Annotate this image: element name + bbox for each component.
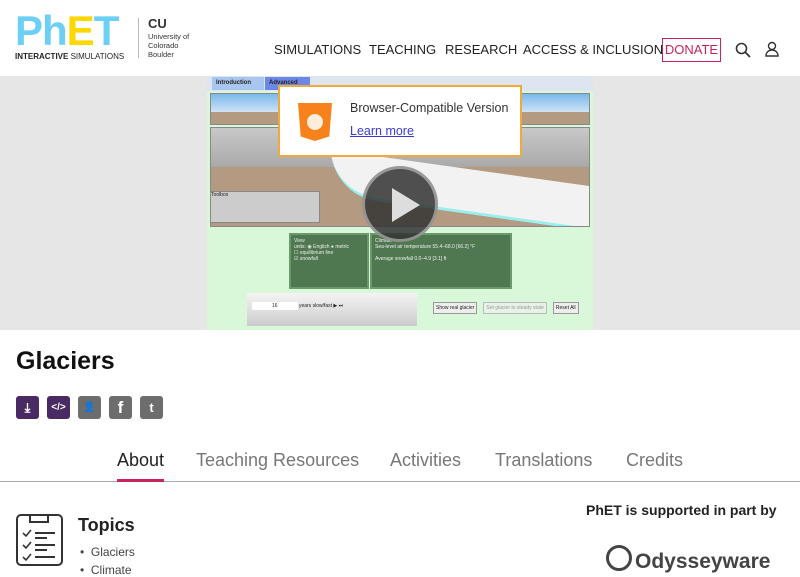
popup-title: Browser-Compatible Version	[350, 101, 509, 115]
search-icon[interactable]	[735, 42, 751, 58]
show-real-glacier: Show real glacier	[433, 302, 478, 314]
twitter-icon[interactable]: t	[140, 396, 163, 419]
user-icon[interactable]	[764, 41, 780, 57]
nav-research[interactable]: RESEARCH	[445, 42, 517, 57]
phet-logo[interactable]: PhET INTERACTIVE SIMULATIONS	[15, 10, 127, 62]
embed-icon[interactable]: </>	[47, 396, 70, 419]
browser-compatible-popup: Browser-Compatible Version Learn more	[278, 85, 522, 157]
tab-about[interactable]: About	[117, 450, 165, 482]
tab-teaching-resources[interactable]: Teaching Resources	[196, 450, 359, 471]
html5-icon	[298, 103, 332, 141]
site-header: PhET INTERACTIVE SIMULATIONS CU Universit…	[0, 0, 800, 76]
odysseyware-logo[interactable]: Odysseyware	[606, 545, 770, 574]
reset-all: Reset All	[552, 302, 579, 314]
divider	[138, 18, 139, 58]
climate-panel: Climate Sea-level air temperature 55.4–6…	[370, 233, 512, 289]
download-icon[interactable]: ⤓	[16, 396, 39, 419]
tab-credits[interactable]: Credits	[626, 450, 683, 471]
facebook-icon[interactable]: f	[109, 396, 132, 419]
cu-boulder-logo[interactable]: CU University of Colorado Boulder	[148, 16, 198, 59]
checklist-icon	[16, 513, 63, 566]
tabs: About Teaching Resources Activities Tran…	[0, 446, 800, 482]
donate-button[interactable]: DONATE	[662, 38, 721, 62]
steady-state: Set glacier to steady state	[483, 302, 547, 314]
topics-heading: Topics	[78, 515, 135, 535]
nav-simulations[interactable]: SIMULATIONS	[274, 42, 361, 57]
view-panel: View units: ◉ English ● metric ☐ equilib…	[289, 233, 369, 289]
nav-access-inclusion[interactable]: ACCESS & INCLUSION	[523, 42, 663, 57]
topic-item: • Glaciers	[80, 545, 135, 559]
support-text: PhET is supported in part by	[586, 502, 777, 518]
toolbox: Toolbox	[210, 191, 320, 223]
play-icon[interactable]	[362, 166, 438, 242]
tab-activities[interactable]: Activities	[390, 450, 461, 471]
time-controls: 16 years slow/fast ▶ ⏭	[247, 293, 417, 326]
tab-translations[interactable]: Translations	[495, 450, 592, 471]
learn-more-link[interactable]: Learn more	[350, 124, 414, 138]
nav-teaching[interactable]: TEACHING	[369, 42, 436, 57]
page-title: Glaciers	[16, 347, 115, 375]
sim-tab-introduction: Introduction	[212, 77, 264, 90]
classroom-icon[interactable]: 👤	[78, 396, 101, 419]
